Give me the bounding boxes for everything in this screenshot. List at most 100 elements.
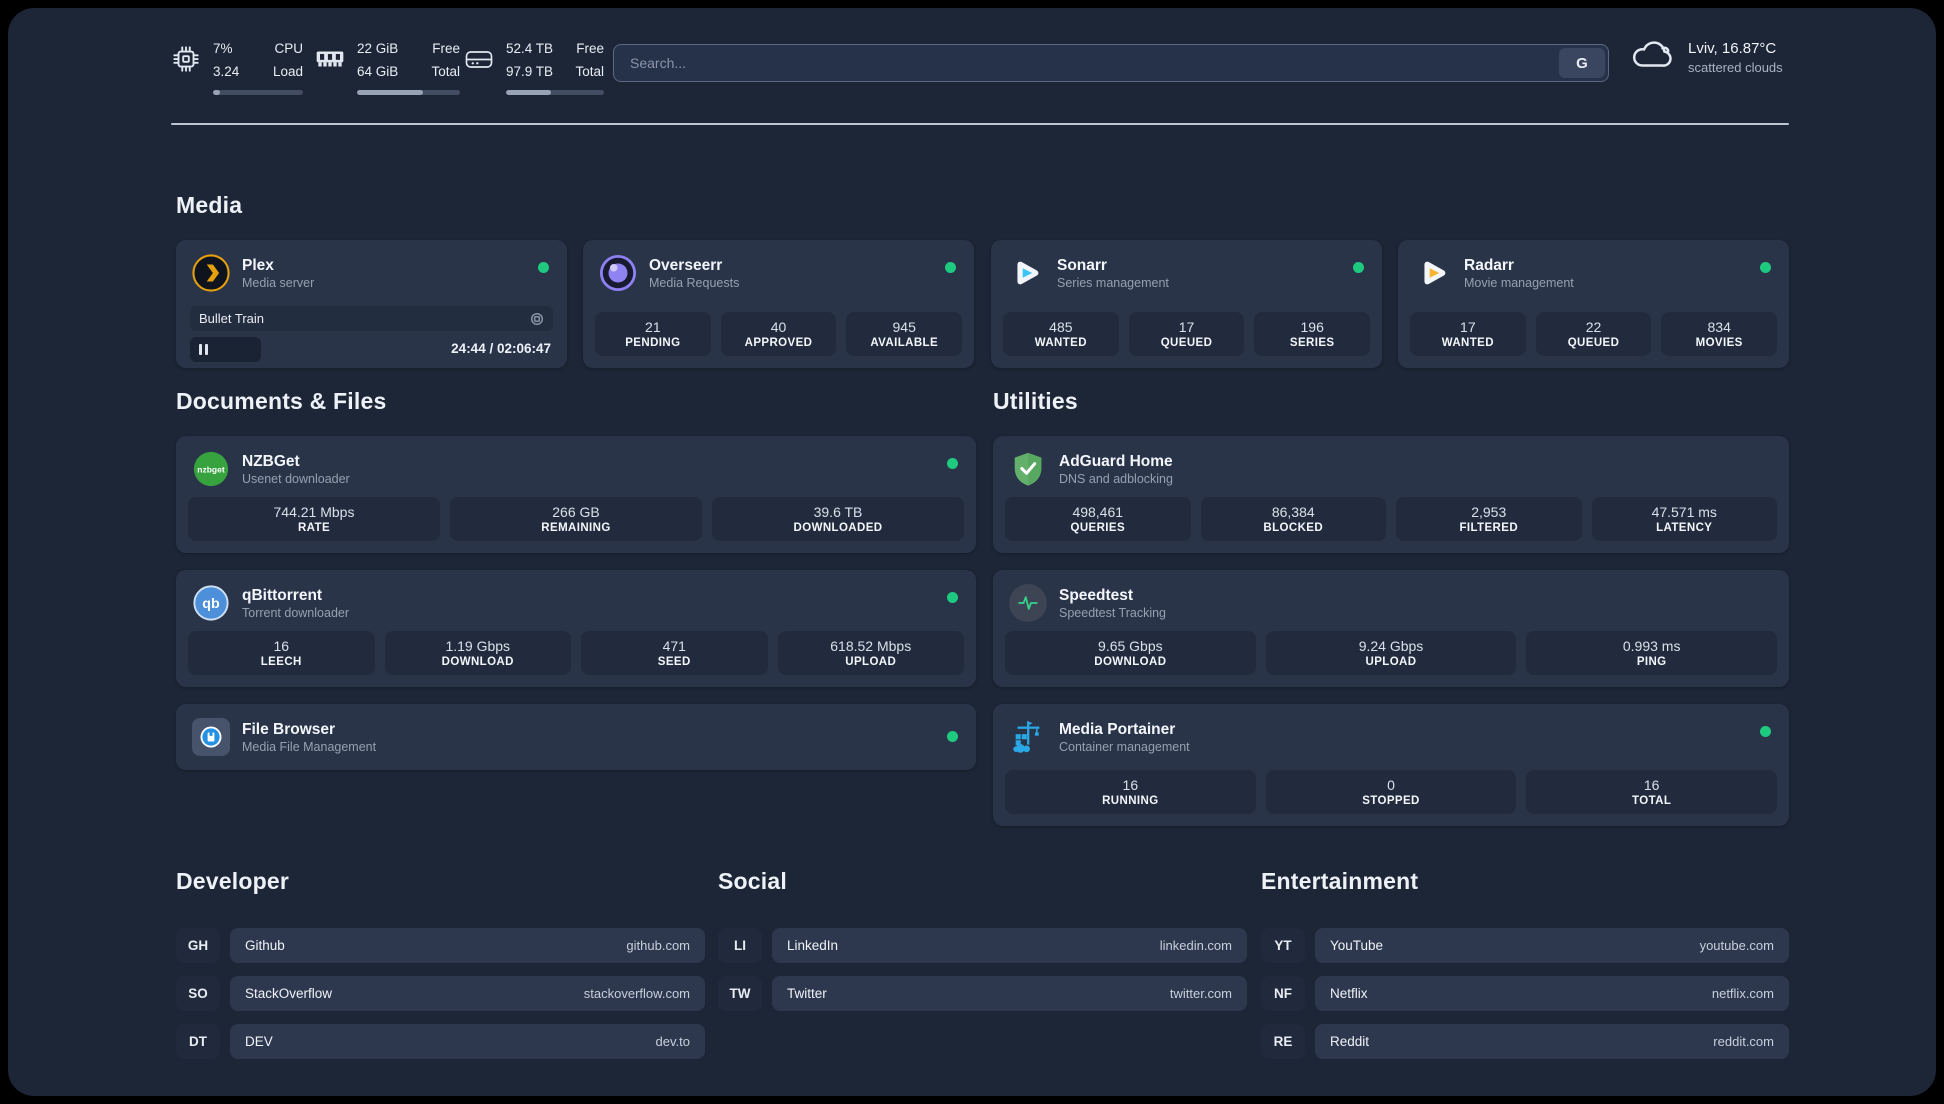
link-github[interactable]: GH Github github.com — [176, 928, 705, 963]
pause-icon — [199, 344, 208, 355]
stat-filtered: 2,953 FILTERED — [1396, 497, 1582, 541]
link-url: dev.to — [655, 1034, 690, 1049]
stat-blocked: 86,384 BLOCKED — [1200, 497, 1386, 541]
stat-queued: 22 QUEUED — [1535, 312, 1652, 356]
sonarr-card[interactable]: Sonarr Series management 485 WANTED 17 QUE… — [991, 240, 1382, 368]
stat-value: 1.19 Gbps — [445, 638, 511, 654]
qbittorrent-card[interactable]: qb qBittorrent Torrent downloader 16 LEEC… — [176, 570, 976, 687]
stat-upload: 9.24 Gbps UPLOAD — [1265, 631, 1517, 675]
stat-tiles: 9.65 Gbps DOWNLOAD 9.24 Gbps UPLOAD 0.993 … — [1005, 631, 1778, 675]
link-url: stackoverflow.com — [583, 986, 690, 1001]
nzbget-card[interactable]: nzbget NZBGet Usenet downloader 744.21 M… — [176, 436, 976, 553]
app-name: Overseerr — [649, 256, 723, 274]
entertainment-links: YT YouTube youtube.com NF Netflix netflix.… — [1261, 928, 1789, 1072]
link-youtube[interactable]: YT YouTube youtube.com — [1261, 928, 1789, 963]
stat-value: 86,384 — [1271, 504, 1315, 520]
stat-upload: 618.52 Mbps UPLOAD — [777, 631, 964, 675]
link-dev[interactable]: DT DEV dev.to — [176, 1024, 705, 1059]
overseerr-card[interactable]: Overseerr Media Requests 21 PENDING 40 APP… — [583, 240, 974, 368]
app-subtitle: Media server — [242, 275, 315, 290]
status-online-dot — [1760, 262, 1771, 273]
session-gear-icon[interactable] — [530, 312, 544, 326]
stat-label: QUEUED — [1160, 337, 1213, 349]
developer-links: GH Github github.com SO StackOverflow stac… — [176, 928, 705, 1072]
stat-value: 498,461 — [1072, 504, 1124, 520]
app-name: NZBGet — [242, 452, 300, 470]
link-stackoverflow[interactable]: SO StackOverflow stackoverflow.com — [176, 976, 705, 1011]
stat-queued: 17 QUEUED — [1128, 312, 1245, 356]
search-input[interactable] — [614, 45, 1564, 81]
cpu-load: 3.24 — [213, 64, 240, 79]
status-online-dot — [1353, 262, 1364, 273]
link-name: Github — [245, 938, 285, 953]
memory-total: 64 GiB — [357, 64, 399, 79]
status-online-dot — [947, 458, 958, 469]
storage-progress-bar — [506, 90, 604, 95]
stat-label: RATE — [297, 522, 331, 534]
section-title-media: Media — [176, 192, 243, 218]
stat-label: MOVIES — [1695, 337, 1743, 349]
stat-download: 1.19 Gbps DOWNLOAD — [384, 631, 571, 675]
filebrowser-card[interactable]: File Browser Media File Management — [176, 704, 976, 770]
stat-rate: 744.21 Mbps RATE — [188, 497, 440, 541]
plex-card[interactable]: Plex Media server Bullet Train 24:44 / 0… — [176, 240, 567, 368]
link-badge: LI — [718, 928, 762, 963]
link-name: StackOverflow — [245, 986, 333, 1001]
app-subtitle: Torrent downloader — [242, 605, 350, 620]
cpu-stat: 7% CPU 3.24 Load — [171, 40, 303, 95]
stat-label: SERIES — [1289, 337, 1335, 349]
status-online-dot — [945, 262, 956, 273]
stat-available: 945 AVAILABLE — [846, 312, 963, 356]
section-title-entertainment: Entertainment — [1261, 868, 1419, 894]
app-name: qBittorrent — [242, 586, 323, 604]
storage-total: 97.9 TB — [506, 64, 554, 79]
stat-value: 9.24 Gbps — [1358, 638, 1424, 654]
stat-label: PENDING — [625, 337, 681, 349]
status-online-dot — [538, 262, 549, 273]
stat-value: 16 — [273, 638, 290, 654]
stat-value: 17 — [1460, 319, 1476, 335]
speedtest-card[interactable]: Speedtest Speedtest Tracking 9.65 Gbps DO… — [993, 570, 1789, 687]
link-name: Reddit — [1330, 1034, 1370, 1049]
section-title-utilities: Utilities — [993, 388, 1078, 414]
stat-stopped: 0 STOPPED — [1265, 770, 1517, 814]
cpu-progress-bar — [213, 90, 303, 95]
search-provider-button[interactable]: G — [1559, 48, 1605, 78]
link-name: LinkedIn — [787, 938, 839, 953]
link-netflix[interactable]: NF Netflix netflix.com — [1261, 976, 1789, 1011]
link-name: YouTube — [1330, 938, 1384, 953]
stat-tiles: 16 RUNNING 0 STOPPED 16 TOTAL — [1005, 770, 1778, 814]
link-reddit[interactable]: RE Reddit reddit.com — [1261, 1024, 1789, 1059]
stat-value: 0 — [1387, 777, 1395, 793]
stat-tiles: 498,461 QUERIES 86,384 BLOCKED 2,953 FILTER… — [1005, 497, 1777, 541]
stat-label: FILTERED — [1459, 522, 1519, 534]
link-twitter[interactable]: TW Twitter twitter.com — [718, 976, 1247, 1011]
portainer-card[interactable]: Media Portainer Container management 16 R… — [993, 704, 1789, 826]
stat-value: 21 — [645, 319, 661, 335]
app-name: Plex — [242, 256, 274, 274]
load-label: Load — [272, 64, 303, 79]
link-linkedin[interactable]: LI LinkedIn linkedin.com — [718, 928, 1247, 963]
social-links: LI LinkedIn linkedin.com TW Twitter twitte… — [718, 928, 1247, 1024]
stat-value: 834 — [1707, 319, 1731, 335]
cloud-icon — [1628, 38, 1674, 77]
stat-movies: 834 MOVIES — [1661, 312, 1778, 356]
link-badge: NF — [1261, 976, 1305, 1011]
stat-value: 618.52 Mbps — [830, 638, 912, 654]
link-name: Twitter — [787, 986, 827, 1001]
stat-label: QUEUED — [1567, 337, 1620, 349]
stat-value: 40 — [770, 319, 787, 335]
stat-value: 945 — [892, 319, 916, 335]
adguard-card[interactable]: AdGuard Home DNS and adblocking 498,461 Q… — [993, 436, 1789, 553]
stat-tiles: 744.21 Mbps RATE 266 GB REMAINING 39.6 TB D… — [188, 497, 964, 541]
stat-running: 16 RUNNING — [1005, 770, 1256, 814]
stat-value: 744.21 Mbps — [273, 504, 355, 520]
weather-widget: Lviv, 16.87°C scattered clouds — [1628, 38, 1783, 77]
status-online-dot — [1760, 726, 1771, 737]
stat-leech: 16 LEECH — [188, 631, 375, 675]
radarr-card[interactable]: Radarr Movie management 17 WANTED 22 QUEUE… — [1398, 240, 1789, 368]
stat-tiles: 16 LEECH 1.19 Gbps DOWNLOAD 471 SEED 618.52… — [188, 631, 964, 675]
nzbget-icon: nzbget — [192, 450, 230, 488]
link-badge: TW — [718, 976, 762, 1011]
stat-value: 47.571 ms — [1651, 504, 1717, 520]
